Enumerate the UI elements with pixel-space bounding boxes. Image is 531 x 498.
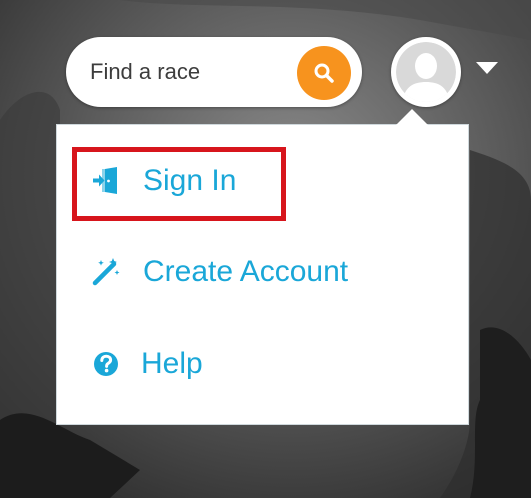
menu-item-sign-in[interactable]: Sign In: [91, 164, 236, 198]
menu-item-label: Help: [141, 347, 203, 380]
magic-wand-icon: [91, 257, 121, 287]
search-icon: [314, 63, 334, 83]
menu-item-create-account[interactable]: Create Account: [91, 255, 348, 289]
user-avatar-button[interactable]: [391, 37, 461, 107]
menu-item-label: Create Account: [143, 255, 349, 288]
question-circle-icon: [91, 349, 121, 379]
search-bar: [66, 37, 362, 107]
search-input[interactable]: [90, 57, 290, 87]
search-button[interactable]: [297, 46, 351, 100]
menu-item-help[interactable]: Help: [91, 347, 203, 381]
chevron-down-icon[interactable]: [476, 62, 498, 74]
sign-in-icon: [91, 166, 121, 196]
menu-item-label: Sign In: [143, 164, 237, 197]
dropdown-pointer: [396, 109, 428, 125]
user-silhouette-icon: [396, 42, 456, 102]
